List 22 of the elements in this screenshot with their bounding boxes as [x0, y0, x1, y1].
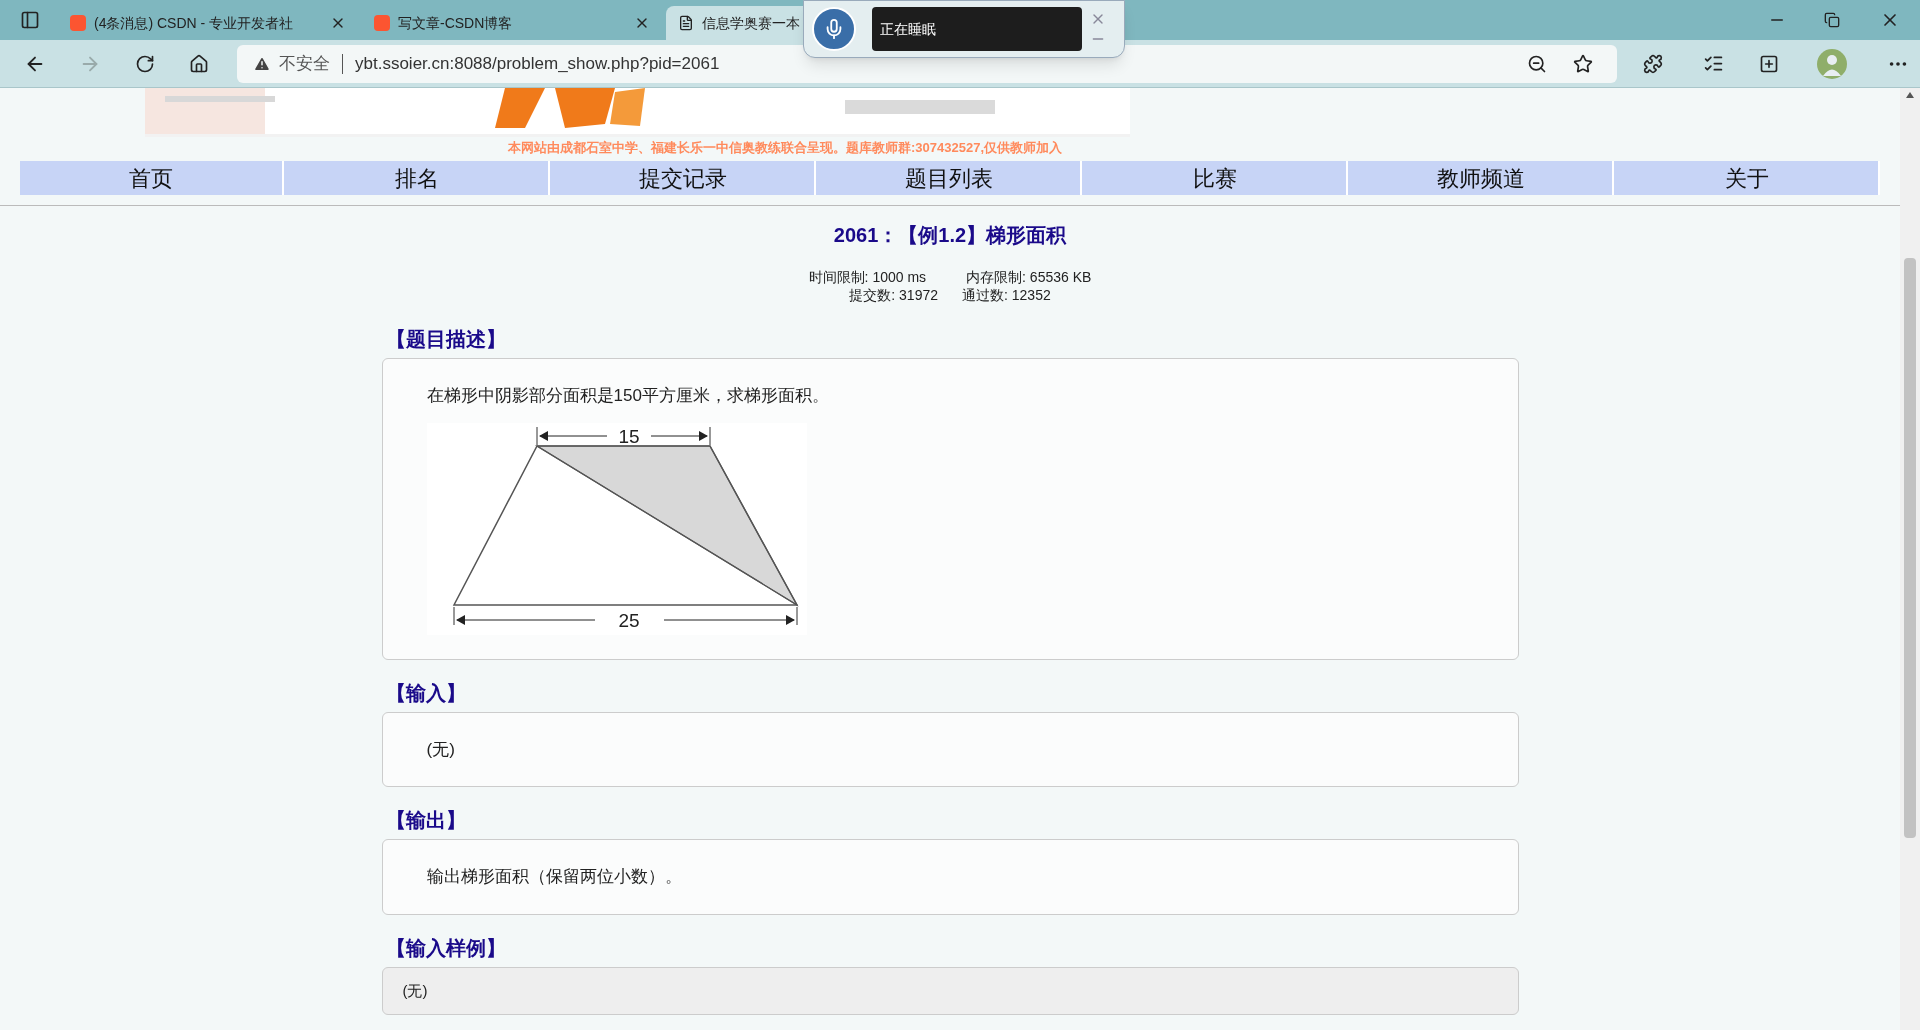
- section-heading: 【题目描述】: [385, 327, 507, 352]
- url-text: ybt.ssoier.cn:8088/problem_show.php?pid=2061: [355, 52, 720, 75]
- sample-text: (无): [402, 981, 428, 999]
- stat-text: 通过数: 12352: [962, 286, 1051, 304]
- section-heading: 【输出】: [385, 808, 467, 833]
- section-heading: 【输入】: [385, 680, 467, 706]
- section-text: (无): [426, 738, 456, 761]
- dimension-label: 15: [617, 425, 640, 447]
- tab-title: 写文章-CSDN博客: [398, 13, 514, 33]
- dimension-label: 25: [617, 609, 640, 631]
- tab-title: 信息学奥赛一本: [702, 13, 800, 33]
- limit-text: 内存限制: 65536 KB: [966, 268, 1092, 286]
- section-text: 输出梯形面积（保留两位小数）。: [426, 866, 683, 888]
- problem-title: 2061：【例1.2】梯形面积: [832, 223, 1068, 248]
- section-text: 在梯形中阴影部分面积是150平方厘米，求梯形面积。: [426, 385, 830, 407]
- limit-text: 时间限制: 1000 ms: [808, 268, 927, 286]
- stat-text: 提交数: 31972: [849, 286, 938, 304]
- status-text: 正在睡眠: [880, 19, 936, 39]
- security-label: 不安全: [279, 52, 330, 75]
- site-notice: 本网站由成都石室中学、福建长乐一中信奥教练联合呈现。题库教师群:307432527,仅供教师加入: [507, 139, 1063, 157]
- section-heading: 【输入样例】: [385, 935, 507, 961]
- tab-title: (4条消息) CSDN - 专业开发者社: [94, 13, 295, 33]
